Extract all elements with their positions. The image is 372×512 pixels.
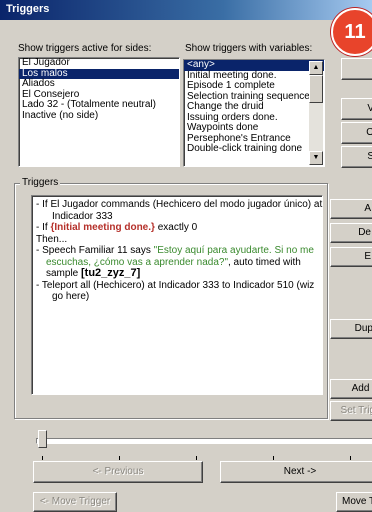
action-1-sample-prefix: sample <box>46 268 82 279</box>
side-list-item[interactable]: Inactive (no side) <box>19 110 179 122</box>
variables-scrollbar[interactable]: ▲ ▼ <box>309 61 323 165</box>
slider-tick <box>273 456 274 460</box>
duplicate-trigger-button[interactable]: Dup <box>330 319 372 339</box>
action-2-location-note: go here) <box>52 291 90 302</box>
trigger-action-1-cont: escuchas, ¿cómo vas a aprender nada?", a… <box>36 257 318 269</box>
slider-tick <box>119 456 120 460</box>
scroll-thumb[interactable] <box>309 75 323 103</box>
scroll-up-arrow-icon[interactable]: ▲ <box>309 61 323 75</box>
variable-list-item[interactable]: Change the druid <box>184 101 324 113</box>
window-title: Triggers <box>6 3 50 15</box>
trigger-condition-1[interactable]: - If El Jugador commands (Hechicero del … <box>36 199 322 211</box>
trigger-condition-2[interactable]: - If {Initial meeting done.} exactly 0 <box>36 222 318 234</box>
scroll-down-arrow-icon[interactable]: ▼ <box>309 151 323 165</box>
set-trigger-button[interactable]: Set Trig <box>330 401 372 421</box>
variable-list-item[interactable]: <any> <box>184 60 324 71</box>
add-trigger-button[interactable]: Add I <box>330 379 372 399</box>
page-number-badge: 11 <box>331 8 372 56</box>
side-list-item[interactable]: El Jugador <box>19 58 179 69</box>
condition-1-text: - If El Jugador commands (Hechicero del … <box>36 199 323 210</box>
action-1-suffix: , auto timed with <box>228 256 301 268</box>
title-bar: Triggers <box>0 0 372 20</box>
trigger-action-1-sample: sample [tu2_zyz_7] <box>36 267 318 280</box>
sides-label: Show triggers active for sides: <box>18 43 152 54</box>
condition-2-suffix: exactly 0 <box>154 222 198 233</box>
slider-track[interactable] <box>36 438 372 444</box>
action-1-speech-line-1: "Estoy aquí para ayudarte. Si no me <box>153 245 314 256</box>
condition-1-location: Indicador 333 <box>52 210 113 222</box>
edit-trigger-button[interactable]: E <box>330 247 372 267</box>
move-trigger-down-button[interactable]: Move T <box>336 492 372 512</box>
view-button[interactable]: V <box>341 98 372 120</box>
trigger-list-pane[interactable]: - If El Jugador commands (Hechicero del … <box>31 195 323 395</box>
triggers-window: Triggers 11 Show triggers active for sid… <box>0 0 372 512</box>
triggers-group-label: Triggers <box>20 177 61 188</box>
delete-trigger-button[interactable]: De <box>330 223 372 243</box>
trigger-action-2[interactable]: - Teleport all (Hechicero) at Indicador … <box>36 280 318 292</box>
slider-tick <box>196 456 197 460</box>
action-1-sample-name: [tu2_zyz_7] <box>81 267 141 279</box>
trigger-action-1[interactable]: - Speech Familiar 11 says "Estoy aquí pa… <box>36 245 318 257</box>
variables-label: Show triggers with variables: <box>185 43 313 54</box>
sides-listbox[interactable]: El Jugador Los malos Aliados El Consejero La… <box>18 57 180 167</box>
slider-tick <box>42 456 43 460</box>
options-button[interactable]: O <box>341 122 372 144</box>
action-1-prefix: - Speech Familiar 11 says <box>36 245 154 256</box>
condition-2-variable: {Initial meeting done.} <box>50 222 155 233</box>
action-1-speech-line-2: escuchas, ¿cómo vas a aprender nada?" <box>46 256 228 268</box>
variable-list-item[interactable]: Double-click training done <box>184 143 324 155</box>
condition-2-prefix: - If <box>36 222 51 233</box>
s-button[interactable]: S <box>341 146 372 168</box>
slider-thumb[interactable] <box>38 430 47 448</box>
trigger-action-2-cont: go here) <box>36 291 318 303</box>
variable-list-item[interactable]: Episode 1 complete <box>184 80 324 92</box>
variable-list-item[interactable]: Waypoints done <box>184 122 324 134</box>
trigger-condition-1-cont: Indicador 333 <box>36 211 318 223</box>
move-trigger-up-button[interactable]: <- Move Trigger <box>33 492 117 512</box>
next-button[interactable]: Next -> <box>220 461 372 483</box>
action-2-text: - Teleport all (Hechicero) at Indicador … <box>36 279 315 291</box>
previous-button[interactable]: <- Previous <box>33 461 203 483</box>
ok-button[interactable] <box>341 58 372 80</box>
slider-tick <box>350 456 351 460</box>
new-trigger-button[interactable]: A <box>330 199 372 219</box>
trigger-then: Then... <box>36 233 68 245</box>
variables-listbox[interactable]: <any> Initial meeting done. Episode 1 comp… <box>183 59 325 167</box>
side-list-item[interactable]: Aliados <box>19 78 179 90</box>
side-list-item[interactable]: Lado 32 - (Totalmente neutral) <box>19 99 179 111</box>
